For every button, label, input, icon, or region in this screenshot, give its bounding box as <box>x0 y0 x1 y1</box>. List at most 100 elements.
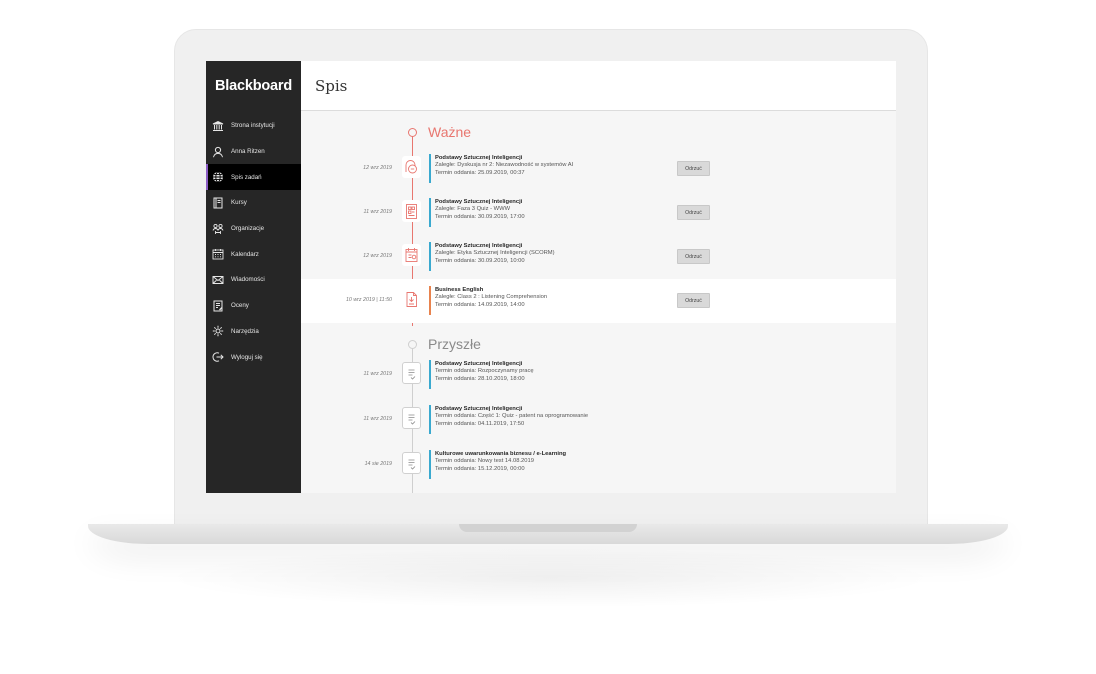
item-course-title[interactable]: Podstawy Sztucznej Inteligencji <box>435 199 525 206</box>
scorm-icon <box>402 244 421 266</box>
section-marker-future <box>408 340 417 349</box>
list-item[interactable]: 11 wrz 2019 Podstawy Sztucznej Inteligen… <box>301 353 896 397</box>
list-item[interactable]: 12 wrz 2019 Podstawy Sztucznej Inteligen… <box>301 235 896 279</box>
sidebar-item-courses[interactable]: Kursy <box>206 190 301 216</box>
item-details: Podstawy Sztucznej Inteligencji Termin o… <box>435 406 588 428</box>
item-due-date: Termin oddania: 04.11.2019, 17:50 <box>435 420 525 427</box>
item-details: Podstawy Sztucznej Inteligencji Zaległe:… <box>435 199 525 221</box>
item-task-text[interactable]: Termin oddania: Rozpoczynamy pracę <box>435 368 534 375</box>
institution-icon <box>211 119 224 132</box>
dismiss-button[interactable]: Odrzuć <box>677 293 710 308</box>
item-accent-bar <box>429 242 431 271</box>
sidebar-item-label: Kursy <box>231 199 247 207</box>
globe-icon <box>211 171 224 184</box>
sidebar-item-grades[interactable]: Oceny <box>206 293 301 319</box>
item-date: 11 wrz 2019 <box>363 371 392 377</box>
discussion-icon <box>402 156 421 178</box>
list-item[interactable]: 11 wrz 2019 Podstawy Sztucznej Inteligen… <box>301 191 896 235</box>
sidebar-item-logout[interactable]: Wyloguj się <box>206 344 301 370</box>
sidebar-item-label: Wyloguj się <box>231 353 263 361</box>
item-course-title[interactable]: Kulturowe uwarunkowania biznesu / e-Lear… <box>435 451 566 458</box>
document-icon <box>402 407 421 429</box>
item-accent-bar <box>429 450 431 479</box>
item-overdue-text[interactable]: Zaległe: Class 2 : Listening Comprehensi… <box>435 294 547 301</box>
list-item[interactable]: 11 wrz 2019 Podstawy Sztucznej Inteligen… <box>301 398 896 442</box>
item-accent-bar <box>429 360 431 389</box>
organizations-icon <box>211 222 224 235</box>
logout-icon <box>211 351 224 364</box>
item-details: Podstawy Sztucznej Inteligencji Termin o… <box>435 361 534 383</box>
grades-icon <box>211 299 224 312</box>
sidebar-item-label: Narzędzia <box>231 327 259 335</box>
page-header: Spis <box>301 61 896 111</box>
document-icon <box>402 452 421 474</box>
section-marker-important <box>408 128 417 137</box>
sidebar-item-label: Strona instytucji <box>231 122 275 130</box>
sidebar-item-organizations[interactable]: Organizacje <box>206 216 301 242</box>
sidebar-item-activity-stream[interactable]: Spis zadań <box>206 164 301 191</box>
item-accent-bar <box>429 198 431 227</box>
item-details: Kulturowe uwarunkowania biznesu / e-Lear… <box>435 451 566 473</box>
sidebar-item-label: Anna Ritzen <box>231 148 265 156</box>
sidebar: Blackboard Strona instytucji Anna Ritzen… <box>206 61 301 493</box>
item-course-title[interactable]: Podstawy Sztucznej Inteligencji <box>435 406 588 413</box>
item-course-title[interactable]: Podstawy Sztucznej Inteligencji <box>435 155 573 162</box>
item-date: 12 wrz 2019 <box>363 165 392 171</box>
sidebar-nav: Strona instytucji Anna Ritzen Spis zadań… <box>206 113 301 370</box>
item-due-date: Termin oddania: 30.09.2019, 10:00 <box>435 257 525 264</box>
sidebar-item-label: Oceny <box>231 302 249 310</box>
list-item[interactable]: 12 wrz 2019 Podstawy Sztucznej Inteligen… <box>301 147 896 191</box>
calendar-icon <box>211 248 224 261</box>
mail-icon <box>211 273 224 286</box>
app-screen: Blackboard Strona instytucji Anna Ritzen… <box>206 61 896 493</box>
item-due-date: Termin oddania: 15.12.2019, 00:00 <box>435 465 525 472</box>
dismiss-button[interactable]: Odrzuć <box>677 249 710 264</box>
item-accent-bar <box>429 286 431 315</box>
item-date: 11 wrz 2019 <box>363 416 392 422</box>
sidebar-item-label: Wiadomości <box>231 276 265 284</box>
section-title-important: Ważne <box>428 124 472 140</box>
item-details: Podstawy Sztucznej Inteligencji Zaległe:… <box>435 155 573 177</box>
item-date: 14 sie 2019 <box>364 461 392 467</box>
sidebar-item-label: Kalendarz <box>231 250 259 258</box>
sidebar-item-label: Organizacje <box>231 225 265 233</box>
sidebar-item-institution[interactable]: Strona instytucji <box>206 113 301 139</box>
item-overdue-text[interactable]: Zaległe: Etyka Sztucznej Inteligencji (S… <box>435 250 555 257</box>
item-due-date: Termin oddania: 14.09.2019, 14:00 <box>435 301 525 308</box>
assignment-icon <box>402 288 421 310</box>
sidebar-item-calendar[interactable]: Kalendarz <box>206 241 301 267</box>
item-due-date: Termin oddania: 30.09.2019, 17:00 <box>435 213 525 220</box>
item-accent-bar <box>429 154 431 183</box>
item-date: 11 wrz 2019 <box>363 209 392 215</box>
courses-icon <box>211 196 224 209</box>
item-course-title[interactable]: Podstawy Sztucznej Inteligencji <box>435 243 555 250</box>
section-title-future: Przyszłe <box>428 336 481 352</box>
sidebar-item-label: Spis zadań <box>231 173 262 181</box>
page-title: Spis <box>315 76 348 95</box>
main-content: Spis Ważne 12 wrz 2019 Podstawy Sztuczne… <box>301 61 896 493</box>
item-date: 10 wrz 2019 | 11:50 <box>345 297 392 303</box>
laptop-notch <box>459 524 637 532</box>
item-overdue-text[interactable]: Zaległe: Faza 3 Quiz - WWW <box>435 206 525 213</box>
sidebar-item-profile[interactable]: Anna Ritzen <box>206 139 301 165</box>
item-task-text[interactable]: Termin oddania: Część 1: Quiz - patent n… <box>435 413 588 420</box>
item-course-title[interactable]: Podstawy Sztucznej Inteligencji <box>435 361 534 368</box>
item-details: Business English Zaległe: Class 2 : List… <box>435 287 547 309</box>
brand-logo[interactable]: Blackboard <box>206 61 301 111</box>
user-icon <box>211 145 224 158</box>
item-due-date: Termin oddania: 25.09.2019, 00:37 <box>435 169 525 176</box>
dismiss-button[interactable]: Odrzuć <box>677 205 710 220</box>
quiz-icon <box>402 200 421 222</box>
list-item[interactable]: 14 sie 2019 Kulturowe uwarunkowania bizn… <box>301 443 896 487</box>
sidebar-item-tools[interactable]: Narzędzia <box>206 319 301 345</box>
sidebar-item-messages[interactable]: Wiadomości <box>206 267 301 293</box>
list-item[interactable]: 10 wrz 2019 | 11:50 Business English Zal… <box>301 279 896 323</box>
item-accent-bar <box>429 405 431 434</box>
laptop-shadow <box>160 548 940 608</box>
item-course-title[interactable]: Business English <box>435 287 547 294</box>
item-task-text[interactable]: Termin oddania: Nowy test 14.08.2019 <box>435 458 566 465</box>
item-overdue-text[interactable]: Zaległe: Dyskusja nr 2: Niezawodność w s… <box>435 162 573 169</box>
dismiss-button[interactable]: Odrzuć <box>677 161 710 176</box>
item-details: Podstawy Sztucznej Inteligencji Zaległe:… <box>435 243 555 265</box>
document-icon <box>402 362 421 384</box>
